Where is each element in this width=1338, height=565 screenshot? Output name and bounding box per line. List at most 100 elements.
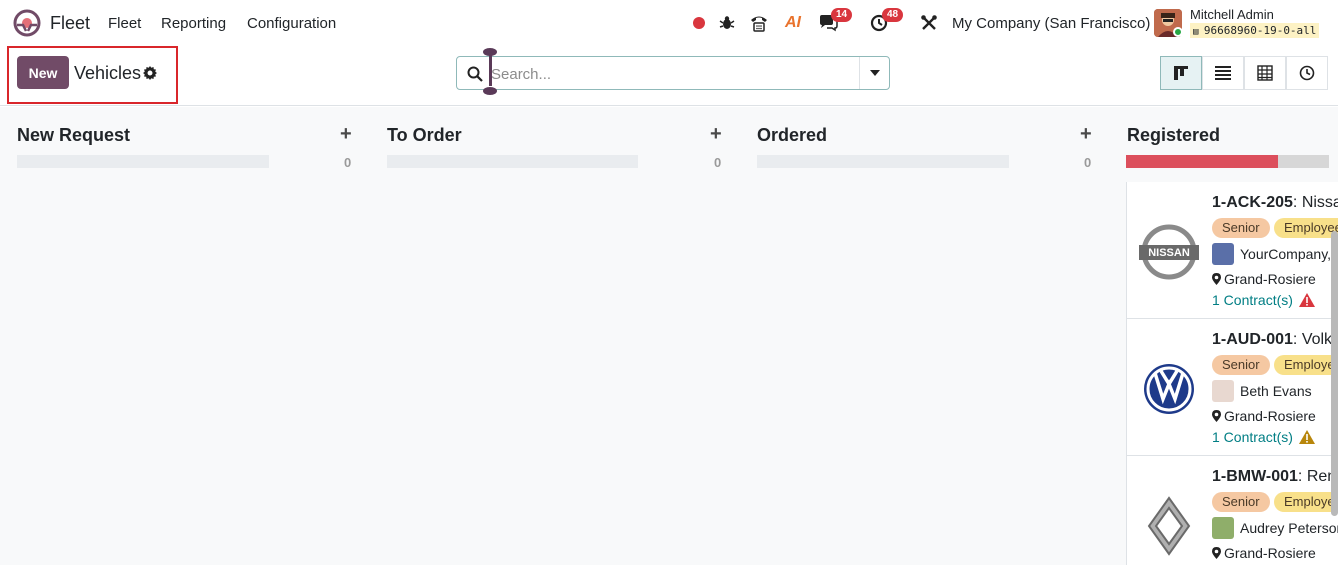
column-progress-bar (17, 155, 269, 168)
card-location: Grand-Rosiere (1212, 545, 1316, 561)
database-icon: ▤ (1193, 27, 1204, 37)
messages-icon[interactable]: 14 (817, 8, 853, 34)
map-marker-icon (1212, 547, 1221, 559)
warning-icon (1298, 293, 1315, 307)
activities-clock-icon[interactable]: 48 (868, 8, 904, 34)
column-add-button[interactable]: + (1080, 123, 1092, 146)
driver-avatar (1212, 243, 1234, 265)
driver-name: Beth Evans (1240, 383, 1312, 399)
tag-employee: Employee (1274, 355, 1338, 375)
card-title: 1-BMW-001: Renault (1212, 468, 1338, 486)
contracts-label: 1 Contract(s) (1212, 292, 1293, 308)
scrollbar[interactable] (1331, 231, 1338, 516)
ai-icon[interactable]: AI (782, 12, 804, 34)
search-bar (456, 56, 890, 90)
column-title-to-order: To Order (387, 125, 462, 145)
driver-avatar (1212, 517, 1234, 539)
renault-logo (1147, 496, 1191, 556)
database-name: ▤ 96668960-19-0-all (1190, 23, 1320, 38)
kanban-view-button[interactable] (1160, 56, 1202, 90)
debug-bug-icon[interactable] (716, 12, 738, 34)
gear-icon[interactable] (143, 66, 157, 80)
column-add-button[interactable]: + (340, 123, 352, 146)
user-name[interactable]: Mitchell Admin (1190, 7, 1274, 22)
ai-label: AI (785, 14, 801, 31)
text-cursor (489, 54, 492, 86)
fleet-app-icon[interactable] (13, 9, 41, 37)
driver-name: YourCompany, Marc Demo (1240, 246, 1338, 262)
nissan-logo: NISSAN (1139, 224, 1199, 280)
column-count: 0 (714, 155, 722, 170)
card-plate: 1-ACK-205 (1212, 194, 1293, 211)
card-contracts[interactable]: 1 Contract(s) (1212, 429, 1315, 445)
registered-progress-bar[interactable] (1126, 155, 1329, 168)
card-plate: 1-BMW-001 (1212, 468, 1298, 485)
column-progress-bar (387, 155, 638, 168)
new-button[interactable]: New (17, 56, 69, 89)
tools-icon[interactable] (918, 12, 940, 34)
tag-senior: Senior (1212, 218, 1270, 238)
online-status-dot (1173, 27, 1183, 37)
caret-down-icon (870, 70, 880, 76)
tag-senior: Senior (1212, 355, 1270, 375)
volkswagen-logo (1144, 364, 1194, 414)
map-marker-icon (1212, 410, 1221, 422)
breadcrumb: Vehicles (74, 63, 142, 83)
menu-configuration[interactable]: Configuration (247, 15, 336, 32)
column-add-button[interactable]: + (710, 123, 722, 146)
card-plate: 1-AUD-001 (1212, 331, 1293, 348)
map-marker-icon (1212, 273, 1221, 285)
kanban-board: New Request + 0 To Order + 0 Ordered + 0… (0, 107, 1338, 565)
list-icon (1215, 66, 1231, 80)
vehicle-card[interactable]: NISSAN 1-ACK-205: Nissan Senior Employee… (1127, 182, 1338, 319)
card-location: Grand-Rosiere (1212, 271, 1316, 287)
kanban-icon (1174, 66, 1188, 80)
location-label: Grand-Rosiere (1224, 271, 1316, 287)
column-count: 0 (1084, 155, 1092, 170)
text-cursor-handle-bottom (483, 87, 497, 95)
svg-text:NISSAN: NISSAN (1148, 247, 1190, 259)
activity-icon (1299, 65, 1315, 81)
list-view-button[interactable] (1202, 56, 1244, 90)
card-driver: Audrey Peterson (1212, 517, 1338, 539)
activity-view-button[interactable] (1286, 56, 1328, 90)
driver-name: Audrey Peterson (1240, 520, 1338, 536)
card-contracts[interactable]: 1 Contract(s) (1212, 292, 1315, 308)
pivot-view-button[interactable] (1244, 56, 1286, 90)
driver-avatar (1212, 380, 1234, 402)
vehicle-card[interactable]: 1-BMW-001: Renault Senior Employee Audre… (1127, 456, 1338, 565)
menu-reporting[interactable]: Reporting (161, 15, 226, 32)
column-progress-bar (757, 155, 1009, 168)
column-title-new-request: New Request (17, 125, 131, 145)
activities-badge: 48 (882, 8, 904, 22)
recording-icon[interactable] (688, 12, 710, 34)
database-label: 96668960-19-0-all (1203, 24, 1317, 37)
search-icon[interactable] (467, 66, 483, 82)
tag-senior: Senior (1212, 492, 1270, 512)
column-title-registered: Registered (1127, 125, 1221, 145)
vehicle-card[interactable]: 1-AUD-001: Volkswagen Senior Employee Be… (1127, 319, 1338, 456)
card-driver: Beth Evans (1212, 380, 1312, 402)
tag-employee: Employee (1274, 218, 1338, 238)
contracts-label: 1 Contract(s) (1212, 429, 1293, 445)
phone-icon[interactable] (748, 12, 770, 34)
search-input[interactable] (491, 63, 851, 85)
column-count: 0 (344, 155, 352, 170)
app-name[interactable]: Fleet (50, 13, 90, 34)
registered-cards-column: NISSAN 1-ACK-205: Nissan Senior Employee… (1126, 182, 1338, 565)
control-panel: New Vehicles (0, 46, 1338, 106)
pivot-icon (1257, 65, 1273, 81)
location-label: Grand-Rosiere (1224, 545, 1316, 561)
company-switcher[interactable]: My Company (San Francisco) (952, 15, 1150, 32)
card-location: Grand-Rosiere (1212, 408, 1316, 424)
card-title: 1-ACK-205: Nissan (1212, 194, 1338, 212)
column-title-ordered: Ordered (757, 125, 828, 145)
search-options-toggle[interactable] (860, 57, 890, 89)
messages-badge: 14 (831, 8, 853, 22)
card-model: : Nissan (1292, 194, 1338, 211)
menu-fleet[interactable]: Fleet (108, 15, 141, 32)
card-title: 1-AUD-001: Volkswagen (1212, 331, 1338, 349)
card-driver: YourCompany, Marc Demo (1212, 243, 1338, 265)
top-navbar: Fleet Fleet Reporting Configuration AI 1… (0, 0, 1338, 46)
warning-icon (1298, 430, 1315, 444)
